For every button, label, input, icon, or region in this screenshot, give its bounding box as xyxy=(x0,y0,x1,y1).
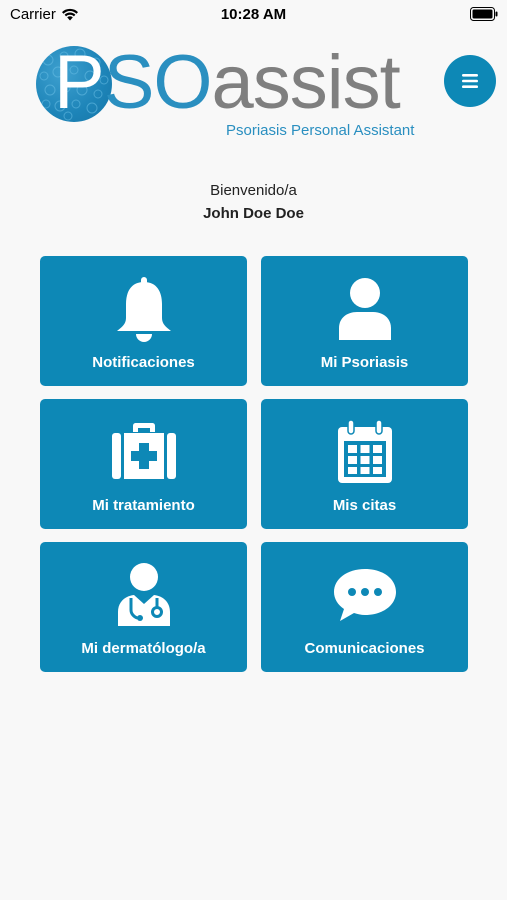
user-icon xyxy=(338,278,391,340)
battery-icon xyxy=(470,7,498,21)
logo-letter-p: P xyxy=(54,40,105,125)
chat-bubble-icon xyxy=(333,569,396,621)
tile-comunicaciones[interactable]: Comunicaciones xyxy=(261,542,468,672)
status-bar: Carrier 10:28 AM xyxy=(0,0,507,30)
tile-label: Mi tratamiento xyxy=(92,497,195,514)
tile-mis-citas[interactable]: Mis citas xyxy=(261,399,468,529)
welcome-section: Bienvenido/a John Doe Doe xyxy=(0,182,507,222)
bell-icon xyxy=(116,277,171,342)
medical-kit-icon xyxy=(111,423,176,479)
logo-tagline: Psoriasis Personal Assistant xyxy=(226,122,415,139)
logo-letters-so: SO xyxy=(103,40,213,125)
tile-notificaciones[interactable]: Notificaciones xyxy=(40,256,247,386)
hamburger-icon xyxy=(462,74,478,88)
logo-wordmark: PSOassist xyxy=(54,38,401,128)
tile-label: Mi Psoriasis xyxy=(320,354,409,371)
tile-mi-psoriasis[interactable]: Mi Psoriasis xyxy=(261,256,468,386)
menu-button[interactable] xyxy=(444,55,496,107)
tile-label: Mis citas xyxy=(332,497,397,514)
user-name: John Doe Doe xyxy=(203,205,304,222)
status-time: 10:28 AM xyxy=(220,6,287,23)
tile-mi-tratamiento[interactable]: Mi tratamiento xyxy=(40,399,247,529)
app-header: PSOassist Psoriasis Personal Assistant xyxy=(0,40,507,144)
psoassist-logo: PSOassist Psoriasis Personal Assistant xyxy=(36,40,436,142)
tile-mi-dermatologo[interactable]: Mi dermatólogo/a xyxy=(40,542,247,672)
menu-grid: Notificaciones Mi Psoriasis Mi tratamien… xyxy=(40,256,468,672)
doctor-icon xyxy=(117,563,170,626)
calendar-icon xyxy=(337,419,392,483)
welcome-label: Bienvenido/a xyxy=(210,182,297,199)
tile-label: Mi dermatólogo/a xyxy=(81,640,206,657)
tile-label: Notificaciones xyxy=(92,354,195,371)
logo-word-assist: assist xyxy=(211,40,401,125)
tile-label: Comunicaciones xyxy=(304,640,425,657)
